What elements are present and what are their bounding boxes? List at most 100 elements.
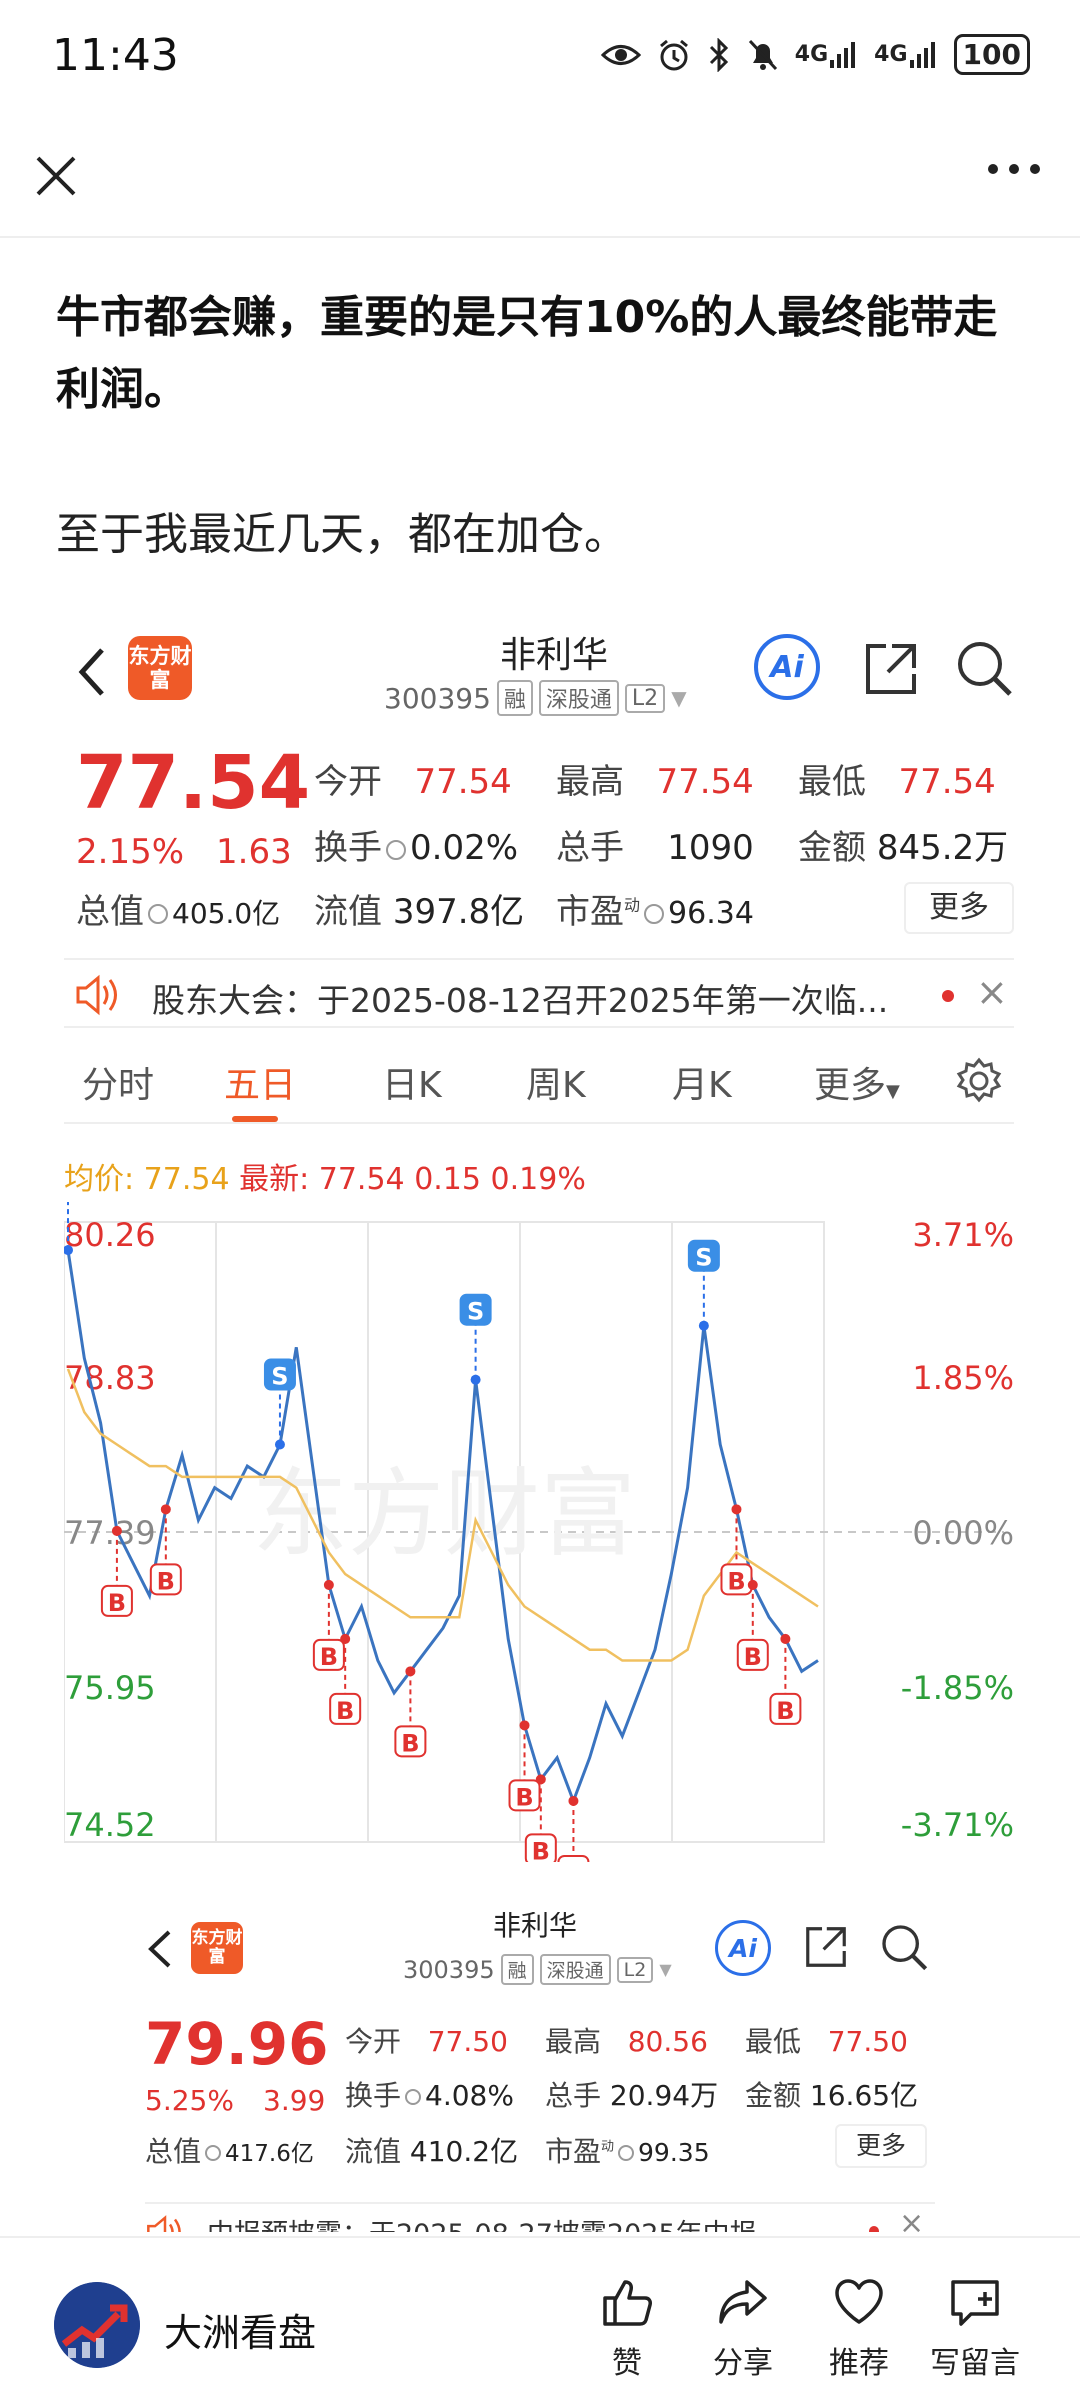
stock-code: 300395 bbox=[384, 681, 491, 715]
volume: 总手 1090 bbox=[556, 828, 754, 868]
marker-dot bbox=[535, 1774, 546, 1785]
y-tick-left: 77.39 bbox=[64, 1514, 156, 1552]
stock-screenshot-2[interactable]: 东方财富 非利华 300395 融 深股通 L2 ▼ Ai 79.96 5.25… bbox=[145, 1912, 935, 2232]
buy-marker-label: B bbox=[336, 1697, 354, 1725]
tab-week-k[interactable]: 周K bbox=[526, 1056, 586, 1108]
notice-banner[interactable]: 股东大会：于2025-08-12召开2025年第一次临... × bbox=[64, 958, 1014, 1028]
marker-dot bbox=[340, 1633, 351, 1644]
float-cap: 流值 410.2亿 bbox=[345, 2135, 519, 2168]
chart-tabs: 分时 五日 日K 周K 月K 更多▼ bbox=[64, 1034, 1014, 1124]
marker-dot bbox=[470, 1374, 481, 1385]
dot-icon bbox=[988, 164, 998, 174]
sell-marker-label: S bbox=[271, 1363, 288, 1391]
turnover-rate: 换手 4.08% bbox=[345, 2079, 514, 2112]
open-price: 今开 77.54 bbox=[314, 762, 512, 802]
buy-marker-label: B bbox=[515, 1783, 533, 1811]
gear-icon[interactable] bbox=[954, 1056, 1004, 1106]
marker-dot bbox=[698, 1320, 709, 1331]
y-tick-right: 3.71% bbox=[912, 1216, 1014, 1254]
marker-dot bbox=[747, 1579, 758, 1590]
share-out-icon bbox=[862, 640, 920, 698]
search-icon bbox=[954, 638, 1014, 698]
like-button[interactable]: 赞 bbox=[572, 2274, 682, 2382]
stock-code-row: 300395 融 深股通 L2 ▼ bbox=[384, 680, 687, 716]
sell-marker-label: S bbox=[695, 1244, 712, 1272]
recommend-button[interactable]: 推荐 bbox=[804, 2274, 914, 2382]
tag-sgt: 深股通 bbox=[538, 680, 619, 716]
notice-banner[interactable]: 中报预披露：于2025-08-27披露2025年中报 × bbox=[145, 2202, 935, 2232]
market-cap: 总值 405.0亿 bbox=[76, 892, 281, 932]
marker-dot bbox=[111, 1525, 122, 1536]
five-day-price-chart[interactable]: 东方财富80.2678.8377.3975.9574.523.71%1.85%0… bbox=[64, 1202, 1014, 1862]
tab-day-k[interactable]: 日K bbox=[382, 1056, 442, 1108]
share-arrow-icon bbox=[719, 2280, 767, 2324]
buy-marker-label: B bbox=[727, 1567, 745, 1595]
market-cap: 总值 417.6亿 bbox=[145, 2135, 314, 2168]
notice-text: 股东大会：于2025-08-12召开2025年第一次临... bbox=[152, 981, 889, 1020]
pe-ratio: 市盈动 96.34 bbox=[556, 892, 754, 932]
change-percent: 2.15% bbox=[76, 832, 185, 872]
tag-rong: 融 bbox=[496, 680, 533, 716]
close-notice-icon[interactable]: × bbox=[976, 970, 1008, 1014]
post-body: 至于我最近几天，都在加仓。 bbox=[56, 509, 628, 560]
active-tab-indicator bbox=[232, 1116, 278, 1122]
marker-dot bbox=[274, 1439, 285, 1450]
stock-name: 非利华 bbox=[499, 635, 608, 676]
write-comment-button[interactable]: 写留言 bbox=[920, 2274, 1030, 2382]
tag-sgt: 深股通 bbox=[539, 1954, 611, 1985]
signal-icon-1: 4G bbox=[795, 40, 858, 70]
close-notice-icon[interactable]: × bbox=[899, 2206, 924, 2232]
low-price: 最低 77.54 bbox=[798, 762, 996, 802]
top-bar bbox=[0, 118, 1080, 238]
change-percent: 5.25% bbox=[145, 2084, 234, 2117]
tab-five-day[interactable]: 五日 bbox=[224, 1056, 296, 1108]
signal-icon-2: 4G bbox=[874, 40, 937, 70]
low-price: 最低 77.50 bbox=[745, 2025, 908, 2058]
y-tick-left: 74.52 bbox=[64, 1806, 156, 1844]
battery-indicator: 100 bbox=[953, 34, 1030, 75]
more-button[interactable]: 更多 bbox=[835, 2124, 927, 2168]
more-options-button[interactable] bbox=[988, 164, 1040, 174]
more-button[interactable]: 更多 bbox=[904, 882, 1014, 934]
bluetooth-icon bbox=[707, 37, 731, 72]
dot-icon bbox=[1009, 164, 1019, 174]
share-out-icon bbox=[803, 1924, 849, 1970]
author-name[interactable]: 大洲看盘 bbox=[164, 2302, 316, 2357]
thumbs-up-icon bbox=[603, 2280, 652, 2326]
change-amount: 1.63 bbox=[216, 832, 292, 872]
high-price: 最高 77.54 bbox=[556, 762, 754, 802]
status-icons: 4G 4G 100 bbox=[600, 34, 1030, 75]
avatar[interactable] bbox=[54, 2282, 140, 2368]
avatar-chart-icon bbox=[54, 2282, 140, 2368]
eye-icon bbox=[600, 40, 641, 70]
tab-month-k[interactable]: 月K bbox=[672, 1056, 732, 1108]
buy-marker-label: B bbox=[776, 1697, 794, 1725]
stock-name: 非利华 bbox=[492, 1912, 577, 1942]
volume: 总手 20.94万 bbox=[545, 2079, 719, 2112]
notice-text: 中报预披露：于2025-08-27披露2025年中报 bbox=[207, 2212, 757, 2232]
unread-dot bbox=[942, 990, 954, 1002]
float-cap: 流值 397.8亿 bbox=[314, 892, 525, 932]
ai-icon: Ai bbox=[715, 1920, 771, 1976]
close-icon bbox=[36, 156, 76, 196]
y-tick-right: 1.85% bbox=[912, 1359, 1014, 1397]
tab-more[interactable]: 更多▼ bbox=[814, 1056, 900, 1108]
tag-l2: L2 bbox=[624, 683, 666, 713]
back-icon bbox=[145, 1926, 175, 1972]
current-price: 79.96 bbox=[145, 2010, 329, 2078]
dot-icon bbox=[1030, 164, 1040, 174]
heart-icon bbox=[835, 2279, 883, 2324]
dropdown-triangle-icon: ▼ bbox=[659, 1960, 672, 1979]
close-button[interactable] bbox=[30, 150, 82, 202]
stock-code-row: 300395 融 深股通 L2 ▼ bbox=[403, 1954, 672, 1985]
marker-dot bbox=[160, 1504, 171, 1515]
share-button[interactable]: 分享 bbox=[688, 2274, 798, 2382]
stock-screenshot-1[interactable]: 东方财富 非利华 300395 融 深股通 L2 ▼ Ai 77.54 2.15… bbox=[64, 620, 1014, 1870]
app-logo: 东方财富 bbox=[128, 636, 192, 700]
back-icon bbox=[72, 642, 112, 702]
y-tick-right: -3.71% bbox=[901, 1806, 1014, 1844]
mute-bell-icon bbox=[747, 38, 779, 72]
amount: 金额 845.2万 bbox=[798, 828, 1009, 868]
tag-l2: L2 bbox=[616, 1956, 654, 1983]
tab-intraday[interactable]: 分时 bbox=[82, 1056, 154, 1108]
